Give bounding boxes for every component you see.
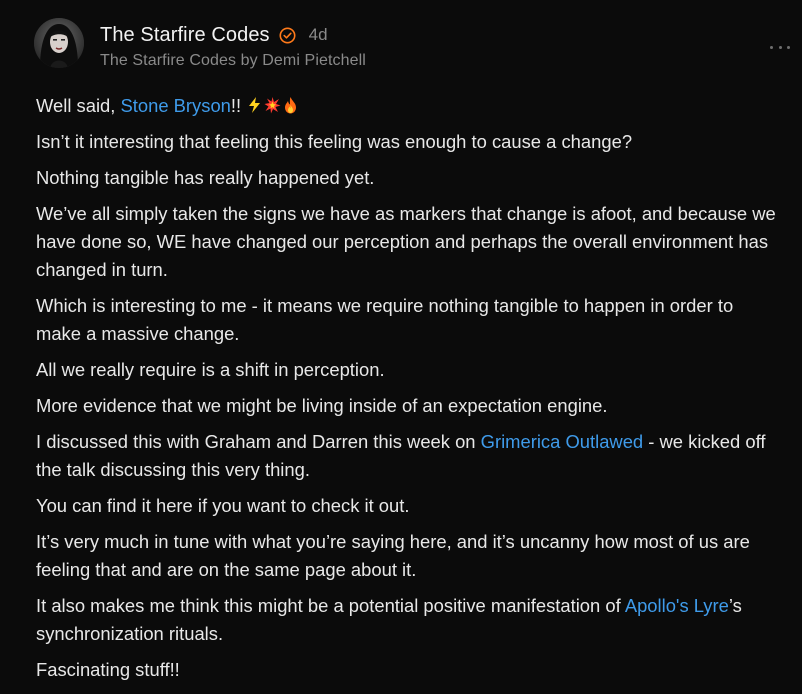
- lightning-icon: [246, 94, 263, 113]
- paragraph: All we really require is a shift in perc…: [36, 359, 385, 380]
- avatar-photo: [34, 18, 84, 68]
- podcast-link[interactable]: Grimerica Outlawed: [481, 431, 644, 452]
- author-row: The Starfire Codes 4d: [100, 22, 328, 48]
- paragraph: It also makes me think this might be a p…: [36, 592, 776, 648]
- comment-card: The Starfire Codes 4d The Starfire Codes…: [0, 0, 802, 694]
- paragraph: Nothing tangible has really happened yet…: [36, 167, 375, 188]
- timestamp: 4d: [308, 25, 328, 44]
- dot: [787, 45, 790, 49]
- publication-link[interactable]: Apollo's Lyre: [625, 595, 729, 616]
- fire-icon: [282, 94, 299, 114]
- paragraph: I discussed this with Graham and Darren …: [36, 428, 776, 484]
- comment-body: Well said, Stone Bryson!! Isn’t it inter…: [36, 92, 776, 692]
- text: Well said,: [36, 95, 121, 116]
- dot: [770, 45, 773, 49]
- more-options-icon[interactable]: [770, 40, 790, 54]
- publication-name[interactable]: The Starfire Codes by Demi Pietchell: [100, 52, 366, 70]
- text: It also makes me think this might be a p…: [36, 595, 625, 616]
- dot: [778, 45, 782, 49]
- text: !!: [230, 95, 247, 116]
- paragraph: Isn’t it interesting that feeling this f…: [36, 131, 633, 152]
- paragraph: Fascinating stuff!!: [36, 659, 180, 680]
- paragraph: We’ve all simply taken the signs we have…: [36, 203, 776, 280]
- text: I discussed this with Graham and Darren …: [36, 431, 481, 452]
- author-name[interactable]: The Starfire Codes: [100, 24, 270, 47]
- paragraph: More evidence that we might be living in…: [36, 395, 608, 416]
- paragraph: You can find it here if you want to chec…: [36, 495, 410, 516]
- collision-icon: [264, 94, 281, 114]
- paragraph: Well said, Stone Bryson!!: [36, 92, 776, 120]
- paragraph: It’s very much in tune with what you’re …: [36, 531, 750, 580]
- avatar[interactable]: [34, 18, 84, 68]
- verified-check-icon: [279, 27, 296, 44]
- mention-link[interactable]: Stone Bryson: [121, 95, 231, 116]
- paragraph: Which is interesting to me - it means we…: [36, 295, 734, 344]
